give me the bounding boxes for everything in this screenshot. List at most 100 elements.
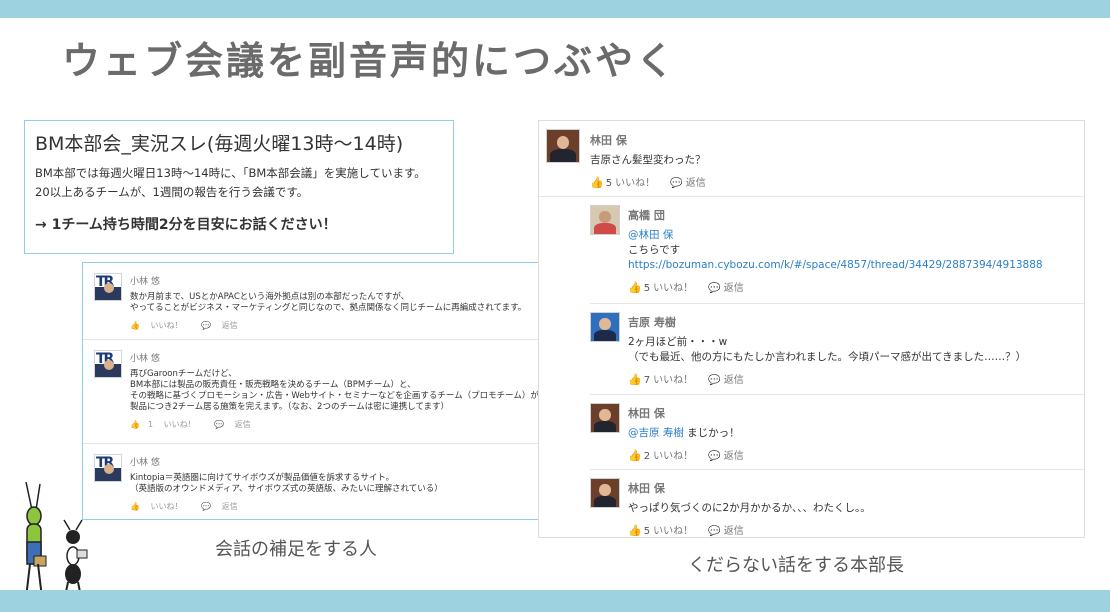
post-text-line: こちらです (628, 244, 681, 256)
speech-bubble-icon: 💬 (201, 321, 212, 330)
avatar[interactable] (590, 478, 620, 508)
like-button[interactable]: いいね！ (615, 178, 655, 189)
thumbs-up-icon[interactable]: 👍 (628, 281, 642, 294)
post-actions: 👍 7 いいね！ 💬 返信 (628, 371, 1084, 386)
mention-link[interactable]: @林田 保 (628, 228, 1084, 243)
post-actions: 👍 5 いいね！ 💬 返信 (628, 522, 1084, 537)
post-text-line: 製品につき2チーム居る施策を完えます。（なお、2つのチームは密に連携してます） (130, 402, 450, 412)
speech-bubble-icon: 💬 (201, 502, 212, 511)
thread-description-line-1: BM本部では毎週火曜日13時〜14時に、「BM本部会議」を実施しています。 (35, 166, 426, 180)
list-item: 吉原 寿樹 2ヶ月ほど前・・・w （でも最近、他の方にもたしか言われました。今頃… (590, 304, 1084, 395)
post-author[interactable]: 林田 保 (628, 405, 1084, 421)
thread-description-line-2: 20以上あるチームが、1週間の報告を行う会議です。 (35, 185, 309, 199)
thumbs-up-icon[interactable]: 👍 (628, 524, 642, 537)
avatar[interactable] (590, 403, 620, 433)
thumbs-up-icon[interactable]: 👍 (628, 373, 642, 386)
right-thread-panel: 林田 保 吉原さん髪型変わった？ 👍 5 いいね！ 💬 返信 高橋 団 @林田 保 こ… (538, 120, 1085, 538)
thumbs-up-icon[interactable]: 👍 (628, 449, 642, 462)
mention-link[interactable]: @吉原 寿樹 (628, 427, 684, 439)
post-actions: 👍 いいね！ 💬 返信 (130, 501, 542, 512)
like-count: 5 (605, 178, 613, 189)
post-author[interactable]: 林田 保 (628, 480, 1084, 496)
list-item: 林田 保 吉原さん髪型変わった？ 👍 5 いいね！ 💬 返信 (539, 121, 1084, 197)
like-button[interactable]: いいね！ (653, 375, 693, 386)
grasshopper-mascot-icon (25, 481, 47, 599)
list-item: TR 小林 悠 Kintopia＝英語圏に向けてサイボウズが製品価値を訴求するサ… (83, 444, 542, 519)
speech-bubble-icon: 💬 (708, 283, 721, 294)
like-button[interactable]: 👍 いいね！ (130, 321, 191, 330)
speech-bubble-icon: 💬 (708, 451, 721, 462)
avatar[interactable]: TR (94, 454, 122, 482)
bottom-band (0, 590, 1110, 612)
post-text-line: やってることがビジネス・マーケティングと同じなので、拠点関係なく同じチームに再編… (130, 303, 527, 313)
post-author[interactable]: 高橋 団 (628, 207, 1084, 223)
post-actions: 👍 いいね！ 💬 返信 (130, 320, 542, 331)
like-button[interactable]: 👍 1 いいね！ (130, 420, 204, 429)
post-text-line: 数か月前まで、USとかAPACという海外拠点は別の本部だったんですが、 (130, 292, 410, 302)
reply-button[interactable]: 💬 返信 (201, 502, 246, 511)
post-actions: 👍 1 いいね！ 💬 返信 (130, 419, 542, 430)
speech-bubble-icon: 💬 (708, 526, 721, 537)
thread-title: BM本部会_実況スレ(毎週火曜13時〜14時) (35, 133, 404, 155)
avatar[interactable] (590, 205, 620, 235)
thread-call-to-action: → 1チーム持ち時間2分を目安にお話ください！ (35, 217, 337, 233)
avatar[interactable]: TR (94, 273, 122, 301)
avatar[interactable] (546, 129, 580, 163)
post-author[interactable]: 林田 保 (590, 132, 1084, 148)
like-count: 5 (643, 526, 651, 537)
list-item: 高橋 団 @林田 保 こちらです https://bozuman.cybozu.… (590, 197, 1084, 304)
post-text: @吉原 寿樹 まじかっ！ (628, 426, 1084, 441)
list-item: TR 小林 悠 再びGaroonチームだけど、 BM本部には製品の販売責任・販売… (83, 340, 542, 444)
reply-button[interactable]: 💬 返信 (214, 420, 259, 429)
post-author[interactable]: 小林 悠 (130, 274, 542, 287)
post-actions: 👍 2 いいね！ 💬 返信 (628, 447, 1084, 462)
left-thread-caption: 会話の補足をする人 (215, 539, 377, 560)
post-author[interactable]: 小林 悠 (130, 351, 542, 364)
list-item: 林田 保 @吉原 寿樹 まじかっ！ 👍 2 いいね！ 💬 返信 (590, 395, 1084, 470)
speech-bubble-icon: 💬 (708, 375, 721, 386)
post-text-line: 2ヶ月ほど前・・・w (628, 336, 728, 348)
post-text-line: Kintopia＝英語圏に向けてサイボウズが製品価値を訴求するサイト。 (130, 473, 395, 483)
like-count: 5 (643, 283, 651, 294)
left-thread-panel: TR 小林 悠 数か月前まで、USとかAPACという海外拠点は別の本部だったんで… (82, 262, 542, 520)
post-actions: 👍 5 いいね！ 💬 返信 (628, 279, 1084, 294)
like-button[interactable]: いいね！ (653, 451, 693, 462)
reply-button[interactable]: 返信 (724, 526, 744, 537)
post-text-line: （でも最近、他の方にもたしか言われました。今頃パーマ感が出てきました……？） (628, 351, 1027, 363)
speech-bubble-icon: 💬 (214, 420, 225, 429)
thumbs-up-icon: 👍 (130, 321, 140, 330)
like-count: 7 (643, 375, 651, 386)
thumbs-up-icon: 👍 (130, 502, 140, 511)
post-text-line: （英語版のオウンドメディア、サイボウズ式の英語版、みたいに理解されている） (130, 484, 443, 494)
speech-bubble-icon: 💬 (670, 178, 683, 189)
like-button[interactable]: いいね！ (653, 526, 693, 537)
like-count: 1 (147, 420, 154, 429)
url-link[interactable]: https://bozuman.cybozu.com/k/#/space/485… (628, 258, 1084, 273)
slide-title: ウェブ会議を副音声的につぶやく (62, 39, 678, 83)
reply-button[interactable]: 💬 返信 (201, 321, 246, 330)
reply-button[interactable]: 返信 (686, 178, 706, 189)
mascot-illustration (25, 481, 88, 603)
post-text-after-mention: まじかっ！ (683, 427, 740, 439)
post-text: 吉原さん髪型変わった？ (590, 154, 706, 166)
avatar[interactable]: TR (94, 350, 122, 378)
like-button[interactable]: 👍 いいね！ (130, 502, 191, 511)
thread-intro-box: BM本部会_実況スレ(毎週火曜13時〜14時) BM本部では毎週火曜日13時〜1… (24, 120, 454, 254)
top-band (0, 0, 1110, 18)
thumbs-up-icon: 👍 (130, 420, 140, 429)
post-actions: 👍 5 いいね！ 💬 返信 (590, 174, 1084, 189)
thumbs-up-icon[interactable]: 👍 (590, 176, 604, 189)
post-text-line: BM本部には製品の販売責任・販売戦略を決めるチーム（BPMチーム）と、 (130, 380, 416, 390)
like-button[interactable]: いいね！ (653, 283, 693, 294)
post-text-line: 再びGaroonチームだけど、 (130, 369, 237, 379)
list-item: 林田 保 やっぱり気づくのに2か月かかるか、、、わたくし。。 👍 5 いいね！ 💬 返… (590, 470, 1084, 537)
avatar[interactable] (590, 312, 620, 342)
post-author[interactable]: 小林 悠 (130, 455, 542, 468)
reply-button[interactable]: 返信 (724, 375, 744, 386)
post-text-line: やっぱり気づくのに2か月かかるか、、、わたくし。。 (628, 502, 871, 514)
post-text-line: その戦略に基づくプロモーション・広告・Webサイト・セミナーなどを企画するチーム… (130, 391, 539, 401)
post-author[interactable]: 吉原 寿樹 (628, 314, 1084, 330)
right-thread-caption: くだらない話をする本部長 (688, 555, 904, 576)
reply-button[interactable]: 返信 (724, 451, 744, 462)
reply-button[interactable]: 返信 (724, 283, 744, 294)
